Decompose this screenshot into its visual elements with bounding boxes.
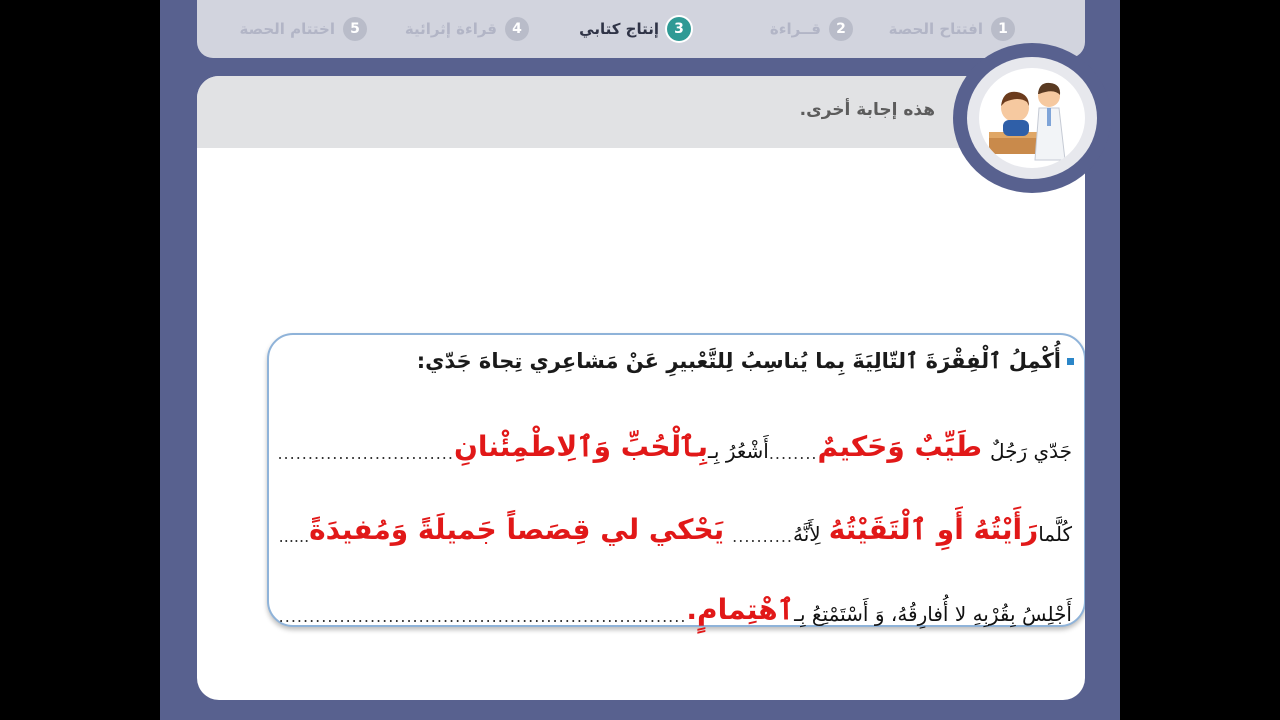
content-panel: هذه إجابة أخرى. أُكْمِلُ ٱلْفِقْرَةَ ٱلت… (197, 76, 1085, 700)
step-number: 4 (505, 17, 529, 41)
answer-text: طَيِّبٌ وَحَكيمٌ (817, 430, 982, 463)
exercise-line-3: أَجْلِسُ بِقُرْبِهِ لا أُفارِقُهُ، وَ أَ… (279, 570, 1072, 626)
step-label: قراءة إثرائية (404, 20, 497, 38)
exercise-box: أُكْمِلُ ٱلْفِقْرَةَ ٱلتّالِيَةَ بِما يُ… (267, 333, 1085, 627)
answer-text: ٱهْتِمامٍ. (686, 593, 795, 626)
blank-dots: ........................................… (279, 607, 687, 626)
line-text: جَدّي رَجُلٌ (989, 439, 1072, 463)
teacher-student-illustration (989, 82, 1066, 161)
step-writing[interactable]: 3 إنتاج كتابي (529, 17, 691, 41)
step-number: 1 (991, 17, 1015, 41)
line-text: أَجْلِسُ بِقُرْبِهِ لا أُفارِقُهُ، وَ أَ… (794, 602, 1072, 626)
teacher-student-icon (979, 68, 1085, 168)
bullet-icon (1067, 357, 1074, 365)
exercise-line-2: كُلَّما رَأَيْتُهُ أَوِ ٱلْتَقَيْتُهُ لِ… (279, 490, 1072, 546)
exercise-prompt: أُكْمِلُ ٱلْفِقْرَةَ ٱلتّالِيَةَ بِما يُ… (417, 349, 1074, 373)
lesson-steps-bar: 1 افتتاح الحصة 2 قــراءة 3 إنتاج كتابي 4… (197, 0, 1085, 58)
answer-bar-text: هذه إجابة أخرى. (799, 100, 935, 120)
exercise-line-1: جَدّي رَجُلٌ طَيِّبٌ وَحَكيمٌ ........ أ… (279, 407, 1072, 463)
steps-list: 1 افتتاح الحصة 2 قــراءة 3 إنتاج كتابي 4… (197, 0, 1085, 58)
step-label: افتتاح الحصة (888, 20, 983, 38)
answer-text: رَأَيْتُهُ أَوِ ٱلْتَقَيْتُهُ (828, 513, 1039, 546)
lesson-stage: 1 افتتاح الحصة 2 قــراءة 3 إنتاج كتابي 4… (160, 0, 1120, 720)
avatar-frame (953, 43, 1111, 193)
blank-dots: ...................................، (279, 527, 310, 546)
line-text: كُلَّما (1038, 522, 1072, 546)
line-text: أَشْعُرُ بِـ (708, 439, 769, 463)
avatar-inner-ring (967, 57, 1097, 179)
step-label: اختتام الحصة (239, 20, 335, 38)
step-label: إنتاج كتابي (579, 20, 659, 38)
step-closing[interactable]: 5 اختتام الحصة (205, 17, 367, 41)
blank-dots: ........ (768, 444, 818, 463)
blank-dots: ...................................... (279, 444, 454, 463)
answer-bar: هذه إجابة أخرى. (197, 76, 1085, 148)
answer-text: بِٱلْحُبِّ وَٱلِاطْمِئْنانِ (453, 430, 709, 463)
step-number: 2 (829, 17, 853, 41)
step-opening[interactable]: 1 افتتاح الحصة (853, 17, 1015, 41)
answer-text: يَحْكي لي قِصَصاً جَميلَةً وَمُفيدَةً (309, 513, 725, 546)
prompt-text: أُكْمِلُ ٱلْفِقْرَةَ ٱلتّالِيَةَ بِما يُ… (416, 349, 1061, 373)
step-label: قــراءة (769, 20, 821, 38)
step-number: 3 (667, 17, 691, 41)
blank-dots: .......... (732, 527, 793, 546)
line-text: لِأَنَّهُ (793, 522, 821, 546)
step-enrichment-reading[interactable]: 4 قراءة إثرائية (367, 17, 529, 41)
step-reading[interactable]: 2 قــراءة (691, 17, 853, 41)
step-number: 5 (343, 17, 367, 41)
